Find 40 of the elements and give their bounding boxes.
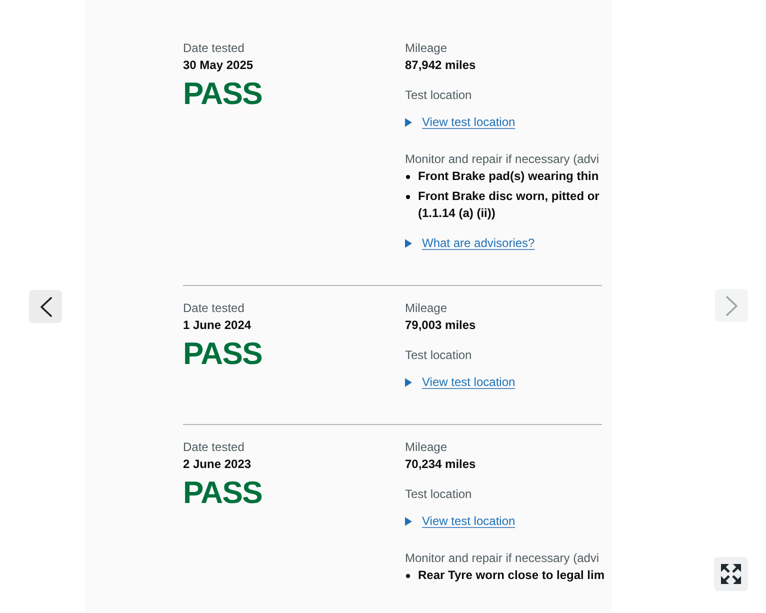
triangle-icon (405, 378, 412, 387)
fullscreen-button[interactable] (714, 557, 748, 591)
test-date: 2 June 2023 (183, 456, 252, 473)
advisory-text: Front Brake disc worn, pitted or (418, 188, 600, 205)
triangle-icon (405, 118, 412, 127)
triangle-icon (405, 239, 412, 248)
advisory-heading: Monitor and repair if necessary (advi (405, 151, 600, 168)
location-toggle[interactable]: View test location (405, 114, 516, 131)
advisories-help-toggle[interactable]: What are advisories? (405, 235, 535, 252)
advisory-heading: Monitor and repair if necessary (advi (405, 550, 600, 567)
field-label: Date tested (183, 439, 244, 456)
result-status: PASS (183, 77, 262, 111)
field-label: Test location (405, 87, 472, 104)
previous-button[interactable] (29, 290, 62, 323)
bullet-icon (406, 195, 410, 199)
field-label: Mileage (405, 300, 448, 317)
advisory-text: Front Brake pad(s) wearing thin (418, 168, 599, 185)
chevron-left-icon (40, 296, 52, 316)
field-label: Date tested (183, 300, 244, 317)
test-date: 1 June 2024 (183, 317, 252, 334)
field-label: Test location (405, 347, 472, 364)
advisory-text: (1.1.14 (a) (ii)) (418, 205, 496, 222)
bullet-icon (406, 574, 410, 578)
mileage-value: 87,942 miles (405, 57, 476, 74)
test-date: 30 May 2025 (183, 57, 254, 74)
location-toggle[interactable]: View test location (405, 513, 516, 530)
chevron-right-icon (726, 296, 738, 316)
location-toggle[interactable]: View test location (405, 374, 516, 391)
result-status: PASS (183, 337, 262, 371)
bullet-icon (406, 175, 410, 179)
expand-icon (721, 564, 741, 584)
mileage-value: 79,003 miles (405, 317, 476, 334)
field-label: Test location (405, 486, 472, 503)
result-status: PASS (183, 476, 262, 510)
field-label: Mileage (405, 40, 448, 57)
triangle-icon (405, 517, 412, 526)
field-label: Date tested (183, 40, 244, 57)
advisory-text: Rear Tyre worn close to legal lim (418, 567, 605, 584)
mileage-value: 70,234 miles (405, 456, 476, 473)
field-label: Mileage (405, 439, 448, 456)
